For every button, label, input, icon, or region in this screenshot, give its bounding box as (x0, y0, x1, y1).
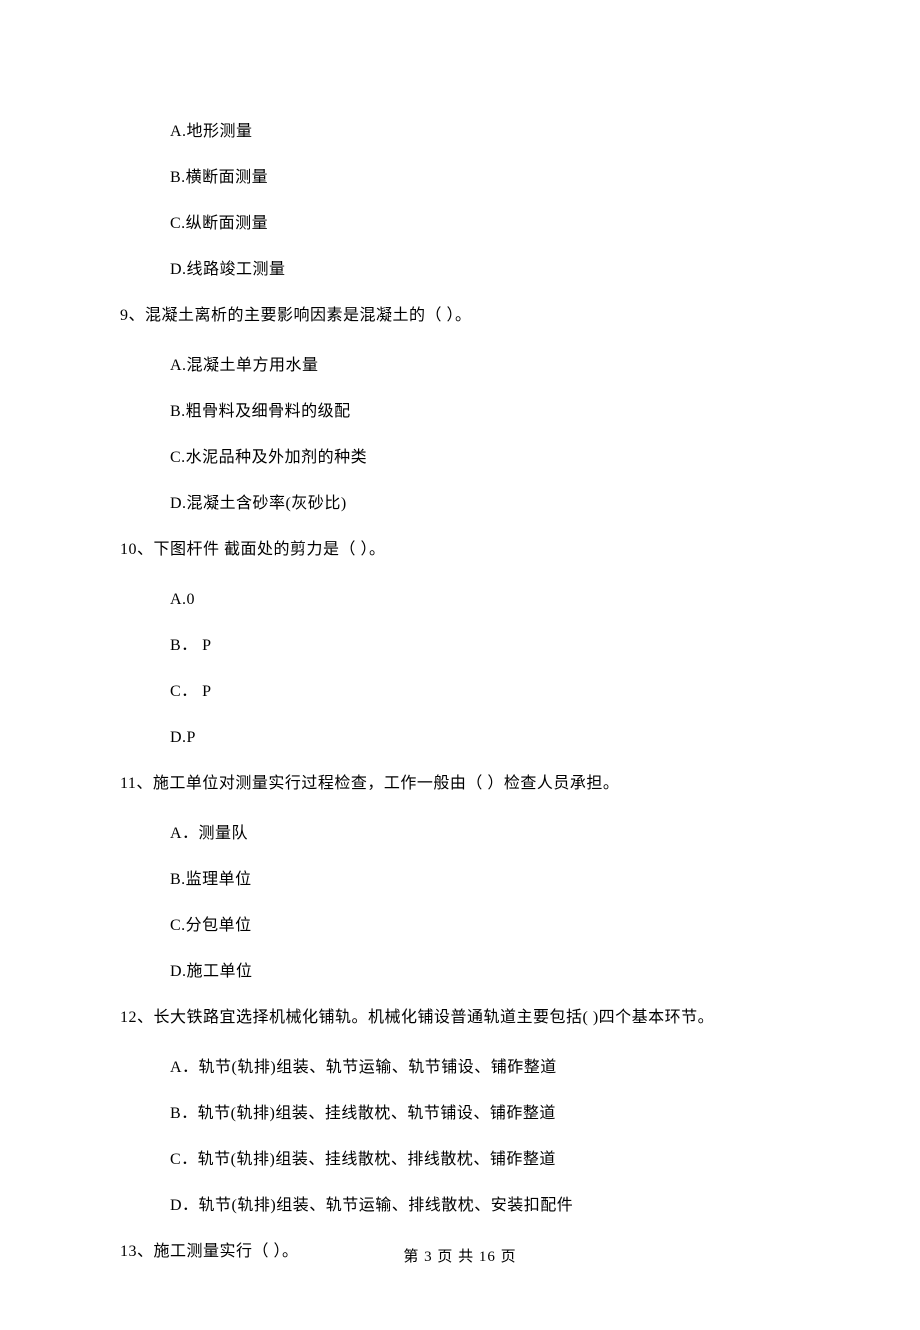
q12-text: 12、长大铁路宜选择机械化铺轨。机械化铺设普通轨道主要包括( )四个基本环节。 (120, 1006, 800, 1030)
q8-options: A.地形测量 B.横断面测量 C.纵断面测量 D.线路竣工测量 (170, 120, 800, 282)
q11-option-b: B.监理单位 (170, 868, 800, 892)
q10-options: A.0 B． P C． P D.P (170, 588, 800, 750)
q11-options: A．测量队 B.监理单位 C.分包单位 D.施工单位 (170, 822, 800, 984)
q10-option-d: D.P (170, 726, 800, 750)
q12-option-b: B．轨节(轨排)组装、挂线散枕、轨节铺设、铺砟整道 (170, 1102, 800, 1126)
page-footer: 第 3 页 共 16 页 (0, 1246, 920, 1269)
q12-options: A．轨节(轨排)组装、轨节运输、轨节铺设、铺砟整道 B．轨节(轨排)组装、挂线散… (170, 1056, 800, 1218)
q9-text: 9、混凝土离析的主要影响因素是混凝土的（ ）。 (120, 304, 800, 328)
q11-option-c: C.分包单位 (170, 914, 800, 938)
q10-text: 10、下图杆件 截面处的剪力是（ ）。 (120, 538, 800, 562)
q10-option-b: B． P (170, 634, 800, 658)
q10-option-a: A.0 (170, 588, 800, 612)
q11-option-a: A．测量队 (170, 822, 800, 846)
q11-option-d: D.施工单位 (170, 960, 800, 984)
q12-option-a: A．轨节(轨排)组装、轨节运输、轨节铺设、铺砟整道 (170, 1056, 800, 1080)
q8-option-a: A.地形测量 (170, 120, 800, 144)
q9-option-d: D.混凝土含砂率(灰砂比) (170, 492, 800, 516)
q9-option-c: C.水泥品种及外加剂的种类 (170, 446, 800, 470)
q9-options: A.混凝土单方用水量 B.粗骨料及细骨料的级配 C.水泥品种及外加剂的种类 D.… (170, 354, 800, 516)
document-page: A.地形测量 B.横断面测量 C.纵断面测量 D.线路竣工测量 9、混凝土离析的… (0, 0, 920, 1330)
q10-option-c: C． P (170, 680, 800, 704)
q11-text: 11、施工单位对测量实行过程检查，工作一般由（ ）检查人员承担。 (120, 772, 800, 796)
q8-option-c: C.纵断面测量 (170, 212, 800, 236)
q12-option-d: D．轨节(轨排)组装、轨节运输、排线散枕、安装扣配件 (170, 1194, 800, 1218)
q9-option-a: A.混凝土单方用水量 (170, 354, 800, 378)
q8-option-d: D.线路竣工测量 (170, 258, 800, 282)
q12-option-c: C．轨节(轨排)组装、挂线散枕、排线散枕、铺砟整道 (170, 1148, 800, 1172)
q9-option-b: B.粗骨料及细骨料的级配 (170, 400, 800, 424)
q8-option-b: B.横断面测量 (170, 166, 800, 190)
